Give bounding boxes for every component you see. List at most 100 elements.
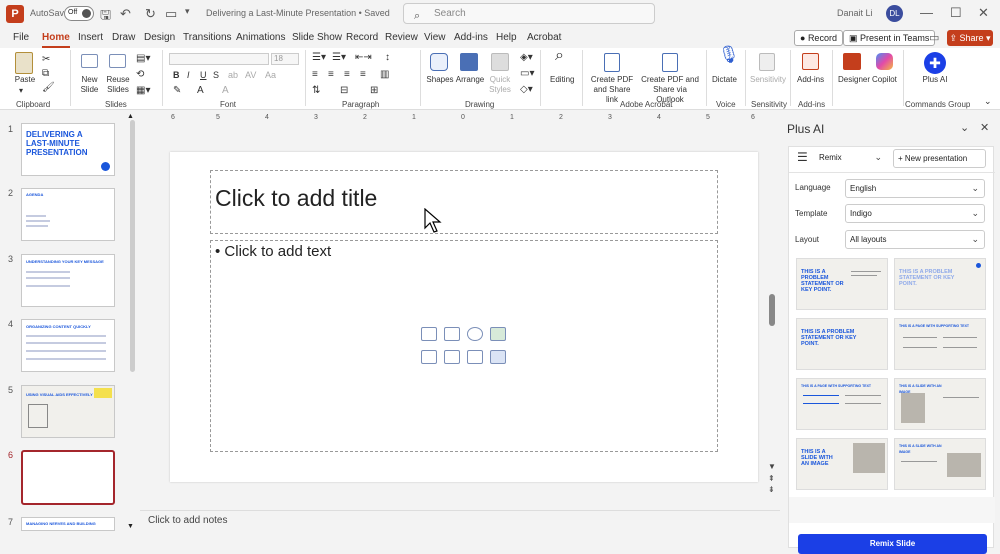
dictate-button[interactable]: Dictate	[712, 75, 737, 85]
tab-acrobat[interactable]: Acrobat	[527, 32, 561, 43]
tab-draw[interactable]: Draw	[112, 32, 135, 43]
layout-template-5[interactable]: THIS IS A PAGE WITH SUPPORTING TEXT	[796, 378, 888, 430]
slide-thumbnail-2[interactable]: AGENDA	[21, 188, 115, 241]
layout-template-8[interactable]: THIS IS A SLIDE WITH AN IMAGE	[894, 438, 986, 490]
change-case-button[interactable]: Aa	[265, 70, 276, 80]
microphone-icon[interactable]: 🎙	[718, 46, 740, 63]
title-placeholder[interactable]: Click to add title	[210, 170, 718, 234]
insert-stock-image-icon[interactable]	[444, 327, 460, 341]
smartart-icon[interactable]: ⊞	[370, 86, 378, 96]
bold-button[interactable]: B	[173, 70, 180, 80]
close-icon[interactable]: ✕	[978, 5, 989, 21]
font-size-field[interactable]: 18	[271, 53, 299, 65]
maximize-icon[interactable]: ☐	[950, 5, 962, 21]
sensitivity-button[interactable]: Sensitivity	[750, 75, 786, 85]
plus-ai-button[interactable]: Plus AI	[921, 75, 949, 85]
reset-icon[interactable]: ⟲	[136, 70, 144, 80]
pdf-link-icon[interactable]	[604, 53, 620, 72]
new-slide-icon[interactable]	[81, 54, 98, 68]
layout-select[interactable]: All layouts ⌄	[845, 230, 985, 249]
new-slide-button[interactable]: New Slide	[76, 75, 103, 95]
line-spacing-icon[interactable]: ↕	[385, 53, 390, 63]
insert-video-icon[interactable]	[444, 350, 460, 364]
align-left-icon[interactable]: ≡	[312, 70, 318, 80]
italic-button[interactable]: I	[187, 70, 190, 80]
redo-icon[interactable]: ↻	[145, 6, 156, 22]
insert-online-picture-icon[interactable]	[421, 350, 437, 364]
notes-pane[interactable]: Click to add notes	[140, 510, 780, 532]
slide-thumbnail-1[interactable]: DELIVERING A LAST-MINUTE PRESENTATION	[21, 123, 115, 176]
clipboard-icon[interactable]	[15, 52, 33, 74]
tab-transitions[interactable]: Transitions	[183, 32, 232, 43]
tab-view[interactable]: View	[424, 32, 446, 43]
scroll-up-icon[interactable]: ▲	[127, 113, 134, 120]
copilot-button[interactable]: Copilot	[872, 75, 897, 85]
reuse-slides-button[interactable]: Reuse Slides	[104, 75, 132, 95]
panel-options-icon[interactable]: ⌄	[960, 121, 969, 134]
language-select[interactable]: English ⌄	[845, 179, 985, 198]
copilot-icon[interactable]	[876, 53, 893, 70]
designer-button[interactable]: Designer	[838, 75, 870, 85]
avatar[interactable]: DL	[886, 5, 903, 22]
shape-fill-icon[interactable]: ◈▾	[520, 53, 533, 63]
thumbnail-scrollbar[interactable]	[130, 120, 135, 372]
layout-template-1[interactable]: THIS IS A PROBLEM STATEMENT OR KEY POINT…	[796, 258, 888, 310]
new-presentation-button[interactable]: + New presentation	[893, 149, 986, 168]
template-select[interactable]: Indigo ⌄	[845, 204, 985, 223]
minimize-icon[interactable]: —	[920, 5, 933, 20]
tab-insert[interactable]: Insert	[78, 32, 103, 43]
add-ins-button[interactable]: Add-ins	[797, 75, 824, 85]
insert-chart-icon[interactable]	[490, 350, 506, 364]
layout-template-3[interactable]: THIS IS A PROBLEM STATEMENT OR KEY POINT…	[796, 318, 888, 370]
editing-button[interactable]: Editing	[550, 75, 574, 85]
font-name-field[interactable]	[169, 53, 269, 65]
insert-picture-icon[interactable]	[421, 327, 437, 341]
tab-record[interactable]: Record	[346, 32, 378, 43]
slide-thumbnail-5[interactable]: USING VISUAL AIDS EFFECTIVELY	[21, 385, 115, 438]
remix-slide-button[interactable]: Remix Slide	[798, 534, 987, 554]
sensitivity-icon[interactable]	[759, 53, 775, 71]
shadow-button[interactable]: ab	[228, 70, 238, 80]
scroll-down-icon[interactable]: ▼	[127, 523, 134, 530]
shape-outline-icon[interactable]: ▭▾	[520, 69, 534, 79]
mode-select[interactable]: Remix ⌄	[815, 149, 887, 168]
layout-template-6[interactable]: THIS IS A SLIDE WITH AN IMAGE	[894, 378, 986, 430]
tab-design[interactable]: Design	[144, 32, 175, 43]
tab-review[interactable]: Review	[385, 32, 418, 43]
justify-icon[interactable]: ≡	[360, 70, 366, 80]
paste-button[interactable]: Paste	[14, 75, 36, 85]
designer-icon[interactable]	[843, 53, 861, 70]
tab-slide-show[interactable]: Slide Show	[292, 32, 342, 43]
text-direction-icon[interactable]: ⇅	[312, 86, 320, 96]
editing-search-icon[interactable]: ⌕	[555, 48, 564, 64]
add-ins-icon[interactable]	[802, 53, 819, 70]
slide-thumbnail-7[interactable]: MANAGING NERVES AND BUILDING CONFIDENCE	[21, 517, 115, 531]
record-button[interactable]: ● Record	[794, 30, 843, 46]
pdf-outlook-icon[interactable]	[662, 53, 678, 72]
present-in-teams-button[interactable]: ▣ Present in Teams	[843, 30, 936, 46]
autosave-toggle[interactable]: Off	[64, 6, 94, 21]
align-center-icon[interactable]: ≡	[328, 70, 334, 80]
shape-effects-icon[interactable]: ◇▾	[520, 85, 533, 95]
insert-icons-icon[interactable]	[467, 327, 483, 341]
document-title[interactable]: Delivering a Last-Minute Presentation • …	[206, 8, 390, 18]
underline-button[interactable]: U	[200, 70, 207, 80]
format-painter-icon[interactable]: 🖌	[42, 83, 55, 93]
clear-format-icon[interactable]: A	[222, 86, 229, 96]
quick-styles-icon[interactable]	[491, 53, 509, 71]
font-color-icon[interactable]: A	[197, 86, 204, 96]
previous-slide-icon[interactable]: ⇞	[768, 474, 775, 483]
arrange-icon[interactable]	[460, 53, 478, 71]
numbering-icon[interactable]: ☰▾	[332, 53, 346, 63]
strikethrough-button[interactable]: S	[213, 70, 219, 80]
slide-thumbnail-4[interactable]: ORGANIZING CONTENT QUICKLY	[21, 319, 115, 372]
slide-thumbnail-6[interactable]	[21, 450, 115, 505]
paste-dropdown-icon[interactable]: ▾	[19, 86, 23, 96]
slide-thumbnail-3[interactable]: UNDERSTANDING YOUR KEY MESSAGE	[21, 254, 115, 307]
tab-add-ins[interactable]: Add-ins	[454, 32, 488, 43]
share-button[interactable]: ⇪ Share ▾	[947, 30, 993, 46]
comments-icon[interactable]: ▭	[929, 31, 939, 44]
shapes-button[interactable]: Shapes	[426, 75, 454, 85]
insert-table-icon[interactable]	[467, 350, 483, 364]
quick-styles-button[interactable]: Quick Styles	[486, 75, 514, 95]
